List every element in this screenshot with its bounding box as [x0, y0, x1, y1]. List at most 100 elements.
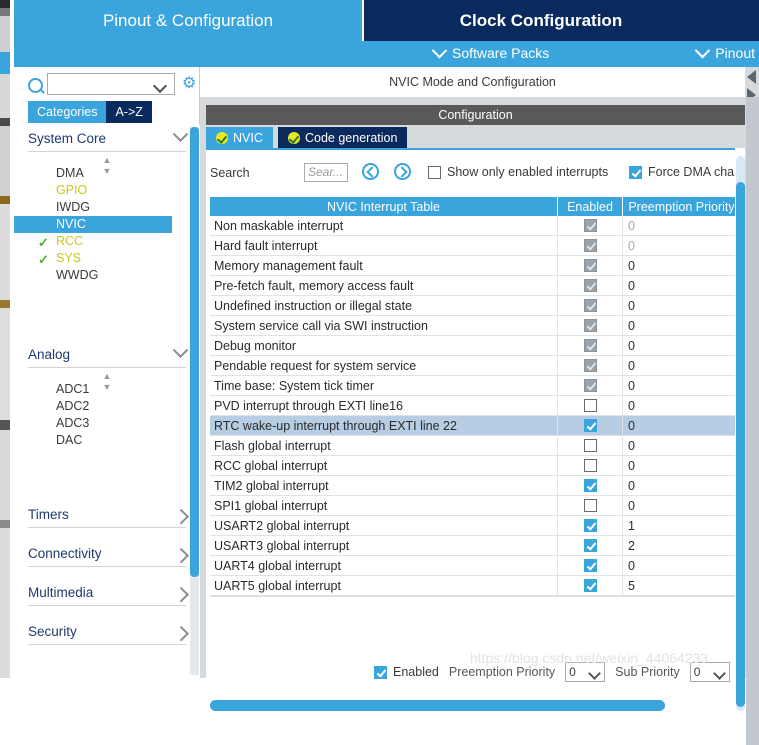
- sidebar-item-adc2[interactable]: ADC2: [14, 398, 172, 415]
- force-dma-option[interactable]: Force DMA cha: [629, 165, 734, 179]
- enabled-checkbox[interactable]: [583, 459, 597, 472]
- enabled-cell[interactable]: [558, 276, 623, 295]
- preemption-priority-cell[interactable]: 0: [623, 376, 741, 395]
- sidebar-search-input[interactable]: [47, 73, 175, 95]
- table-row[interactable]: Pendable request for system service 0: [210, 356, 741, 376]
- tab-categories[interactable]: Categories: [28, 101, 107, 123]
- preemption-priority-cell[interactable]: 0: [623, 436, 741, 455]
- sidebar-item-adc1[interactable]: ADC1: [14, 381, 172, 398]
- preemption-priority-cell[interactable]: 0: [623, 416, 741, 435]
- enabled-cell[interactable]: [558, 496, 623, 515]
- enabled-cell[interactable]: [558, 216, 623, 235]
- enabled-cell[interactable]: [558, 416, 623, 435]
- tab-overflow-area[interactable]: [718, 0, 759, 41]
- enabled-cell[interactable]: [558, 516, 623, 535]
- sidebar-item-adc3[interactable]: ADC3: [14, 415, 172, 432]
- preemption-priority-cell[interactable]: 2: [623, 536, 741, 555]
- sidebar-item-iwdg[interactable]: IWDG: [14, 199, 172, 216]
- preemption-priority-cell[interactable]: 0: [623, 296, 741, 315]
- search-next-button[interactable]: [394, 163, 411, 180]
- preemption-priority-cell[interactable]: 0: [623, 476, 741, 495]
- table-row[interactable]: RCC global interrupt 0: [210, 456, 741, 476]
- tree-group-header-security[interactable]: Security: [28, 618, 189, 645]
- table-row[interactable]: SPI1 global interrupt 0: [210, 496, 741, 516]
- preemption-priority-cell[interactable]: 0: [623, 336, 741, 355]
- sub-priority-select[interactable]: 0: [689, 662, 730, 682]
- sidebar-scrollbar-thumb[interactable]: [190, 127, 199, 577]
- tree-group-header-system-core[interactable]: System Core: [28, 125, 189, 152]
- table-row[interactable]: Debug monitor 0: [210, 336, 741, 356]
- sidebar-item-dma[interactable]: DMA: [14, 165, 172, 182]
- enabled-cell[interactable]: [558, 356, 623, 375]
- footer-enabled-option[interactable]: Enabled: [374, 665, 439, 679]
- table-row[interactable]: UART5 global interrupt 5: [210, 576, 741, 596]
- arrow-left-icon[interactable]: [747, 70, 756, 84]
- sidebar-item-rcc[interactable]: ✓ RCC: [14, 233, 172, 250]
- show-only-enabled-option[interactable]: Show only enabled interrupts: [428, 165, 608, 179]
- enabled-cell[interactable]: [558, 396, 623, 415]
- table-row[interactable]: Non maskable interrupt 0: [210, 216, 741, 236]
- show-only-enabled-checkbox[interactable]: [428, 165, 441, 179]
- enabled-cell[interactable]: [558, 296, 623, 315]
- table-row[interactable]: USART2 global interrupt 1: [210, 516, 741, 536]
- tab-clock-configuration[interactable]: Clock Configuration: [364, 0, 718, 41]
- enabled-cell[interactable]: [558, 436, 623, 455]
- preemption-priority-cell[interactable]: 0: [623, 216, 741, 235]
- table-row[interactable]: UART4 global interrupt 0: [210, 556, 741, 576]
- enabled-checkbox[interactable]: [583, 519, 597, 532]
- pinout-menu[interactable]: Pinout: [695, 42, 755, 61]
- enabled-cell[interactable]: [558, 236, 623, 255]
- table-row[interactable]: Memory management fault 0: [210, 256, 741, 276]
- sidebar-item-gpio[interactable]: GPIO: [14, 182, 172, 199]
- tab-code-generation[interactable]: Code generation: [278, 127, 408, 148]
- preemption-priority-cell[interactable]: 0: [623, 496, 741, 515]
- force-dma-checkbox[interactable]: [629, 165, 642, 179]
- horizontal-scrollbar[interactable]: [210, 700, 741, 711]
- tab-pinout-configuration[interactable]: Pinout & Configuration: [14, 0, 362, 41]
- horizontal-scrollbar-thumb[interactable]: [210, 700, 665, 711]
- enabled-cell[interactable]: [558, 576, 623, 595]
- enabled-checkbox[interactable]: [583, 419, 597, 432]
- column-header-enabled[interactable]: Enabled: [558, 197, 623, 216]
- enabled-cell[interactable]: [558, 456, 623, 475]
- enabled-checkbox[interactable]: [583, 579, 597, 592]
- enabled-cell[interactable]: [558, 476, 623, 495]
- table-row[interactable]: Hard fault interrupt 0: [210, 236, 741, 256]
- enabled-cell[interactable]: [558, 316, 623, 335]
- table-row[interactable]: System service call via SWI instruction 0: [210, 316, 741, 336]
- interrupt-table-body[interactable]: Non maskable interrupt 0 Hard fault interr…: [210, 216, 741, 597]
- enabled-cell[interactable]: [558, 536, 623, 555]
- enabled-checkbox[interactable]: [583, 559, 597, 572]
- gear-icon[interactable]: ⚙: [182, 76, 198, 92]
- sidebar-item-sys[interactable]: ✓ SYS: [14, 250, 172, 267]
- column-header-preemption-priority[interactable]: Preemption Priority: [623, 197, 741, 216]
- search-prev-button[interactable]: [362, 163, 379, 180]
- preemption-priority-select[interactable]: 0: [565, 662, 606, 682]
- sidebar-item-dac[interactable]: DAC: [14, 432, 172, 449]
- outer-vertical-scrollbar[interactable]: [746, 97, 759, 745]
- tree-group-header-timers[interactable]: Timers: [28, 501, 189, 528]
- tree-group-header-analog[interactable]: Analog: [28, 341, 189, 368]
- preemption-priority-cell[interactable]: 0: [623, 316, 741, 335]
- sidebar-scrollbar[interactable]: [190, 127, 199, 675]
- panel-scrollbar-thumb[interactable]: [736, 182, 745, 707]
- preemption-priority-cell[interactable]: 0: [623, 356, 741, 375]
- search-input[interactable]: Sear...: [304, 163, 348, 182]
- preemption-priority-cell[interactable]: 0: [623, 456, 741, 475]
- preemption-priority-cell[interactable]: 0: [623, 276, 741, 295]
- table-row[interactable]: PVD interrupt through EXTI line16 0: [210, 396, 741, 416]
- preemption-priority-cell[interactable]: 0: [623, 556, 741, 575]
- sidebar-item-nvic[interactable]: NVIC: [14, 216, 172, 233]
- table-row[interactable]: TIM2 global interrupt 0: [210, 476, 741, 496]
- software-packs-menu[interactable]: Software Packs: [431, 42, 549, 61]
- table-row[interactable]: Undefined instruction or illegal state 0: [210, 296, 741, 316]
- tab-a-to-z[interactable]: A->Z: [106, 101, 152, 123]
- preemption-priority-cell[interactable]: 1: [623, 516, 741, 535]
- enabled-checkbox[interactable]: [583, 499, 597, 512]
- preemption-priority-cell[interactable]: 5: [623, 576, 741, 595]
- footer-enabled-checkbox[interactable]: [374, 665, 387, 679]
- table-row[interactable]: Pre-fetch fault, memory access fault 0: [210, 276, 741, 296]
- preemption-priority-cell[interactable]: 0: [623, 396, 741, 415]
- table-row[interactable]: Flash global interrupt 0: [210, 436, 741, 456]
- enabled-cell[interactable]: [558, 256, 623, 275]
